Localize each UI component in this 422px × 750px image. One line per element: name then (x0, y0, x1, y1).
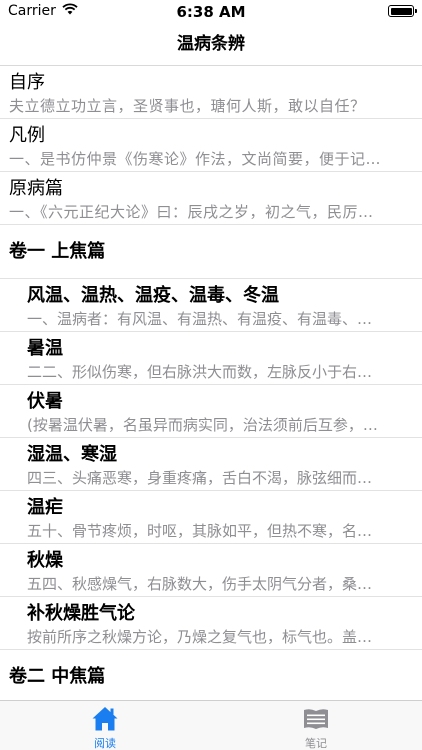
status-bar: Carrier 6:38 AM (0, 0, 422, 22)
list-item-title: 凡例 (9, 125, 45, 146)
home-icon (91, 705, 119, 733)
list-item-title: 伏暑 (27, 391, 63, 412)
tab-notes[interactable]: 笔记 (276, 705, 356, 750)
tab-notes-label: 笔记 (305, 737, 327, 750)
list-item-subtitle: 按前所序之秋燥方论，乃燥之复气也，标气也。盖… (27, 628, 373, 646)
section-header-volume2[interactable]: 卷二 中焦篇 (0, 650, 422, 700)
list-item-title: 秋燥 (27, 550, 63, 571)
navigation-bar: 温病条辨 (0, 22, 422, 66)
list-item-chapter[interactable]: 暑温 二二、形似伤寒，但右脉洪大而数，左脉反小于右… (0, 332, 422, 385)
status-time: 6:38 AM (176, 3, 246, 21)
list-item-subtitle: 一、是书仿仲景《伤寒论》作法，文尚简要，便于记… (9, 150, 382, 168)
list-item-title: 自序 (9, 72, 45, 93)
page-title: 温病条辨 (177, 34, 245, 54)
list-item-subtitle: 五十、骨节疼烦，时呕，其脉如平，但热不寒，名… (27, 522, 373, 540)
list-item-subtitle: 一、温病者：有风温、有温热、有温疫、有温毒、… (27, 310, 373, 328)
list-item-chapter[interactable]: 伏暑 (按暑温伏暑，名虽异而病实同，治法须前后互参，… (0, 385, 422, 438)
list-item-chapter[interactable]: 温疟 五十、骨节疼烦，时呕，其脉如平，但热不寒，名… (0, 491, 422, 544)
battery-icon (388, 5, 417, 17)
list-item-title: 原病篇 (9, 178, 63, 199)
list-item-subtitle: 一、《六元正纪大论》曰：辰戌之岁，初之气，民厉… (9, 203, 374, 221)
list-item-title: 风温、温热、温疫、温毒、冬温 (27, 285, 279, 306)
list-item-chapter[interactable]: 湿温、寒湿 四三、头痛恶寒，身重疼痛，舌白不渴，脉弦细而… (0, 438, 422, 491)
list-item-chapter[interactable]: 风温、温热、温疫、温毒、冬温 一、温病者：有风温、有温热、有温疫、有温毒、… (0, 279, 422, 332)
list-item-chapter[interactable]: 补秋燥胜气论 按前所序之秋燥方论，乃燥之复气也，标气也。盖… (0, 597, 422, 650)
contents-list[interactable]: 自序 夫立德立功立言，圣贤事也，瑭何人斯，敢以自任？ 凡例 一、是书仿仲景《伤寒… (0, 66, 422, 700)
list-item-general-rules[interactable]: 凡例 一、是书仿仲景《伤寒论》作法，文尚简要，便于记… (0, 119, 422, 172)
list-item-origin-of-disease[interactable]: 原病篇 一、《六元正纪大论》曰：辰戌之岁，初之气，民厉… (0, 172, 422, 225)
tab-read[interactable]: 阅读 (65, 705, 145, 750)
list-item-title: 暑温 (27, 338, 63, 359)
list-item-subtitle: 夫立德立功立言，圣贤事也，瑭何人斯，敢以自任？ (9, 97, 366, 115)
tab-bar: 阅读 笔记 (0, 700, 422, 750)
list-item-chapter[interactable]: 秋燥 五四、秋感燥气，右脉数大，伤手太阴气分者，桑… (0, 544, 422, 597)
list-item-subtitle: 四三、头痛恶寒，身重疼痛，舌白不渴，脉弦细而… (27, 469, 373, 487)
list-item-subtitle: 五四、秋感燥气，右脉数大，伤手太阴气分者，桑… (27, 575, 373, 593)
notebook-icon (302, 705, 330, 733)
list-item-subtitle: (按暑温伏暑，名虽异而病实同，治法须前后互参，… (27, 416, 378, 434)
section-header-volume1[interactable]: 卷一 上焦篇 (0, 225, 422, 279)
list-item-preface[interactable]: 自序 夫立德立功立言，圣贤事也，瑭何人斯，敢以自任？ (0, 66, 422, 119)
list-item-title: 湿温、寒湿 (27, 444, 117, 465)
list-item-title: 补秋燥胜气论 (27, 603, 135, 624)
list-item-title: 温疟 (27, 497, 63, 518)
tab-read-label: 阅读 (94, 737, 116, 750)
list-item-subtitle: 二二、形似伤寒，但右脉洪大而数，左脉反小于右… (27, 363, 373, 381)
